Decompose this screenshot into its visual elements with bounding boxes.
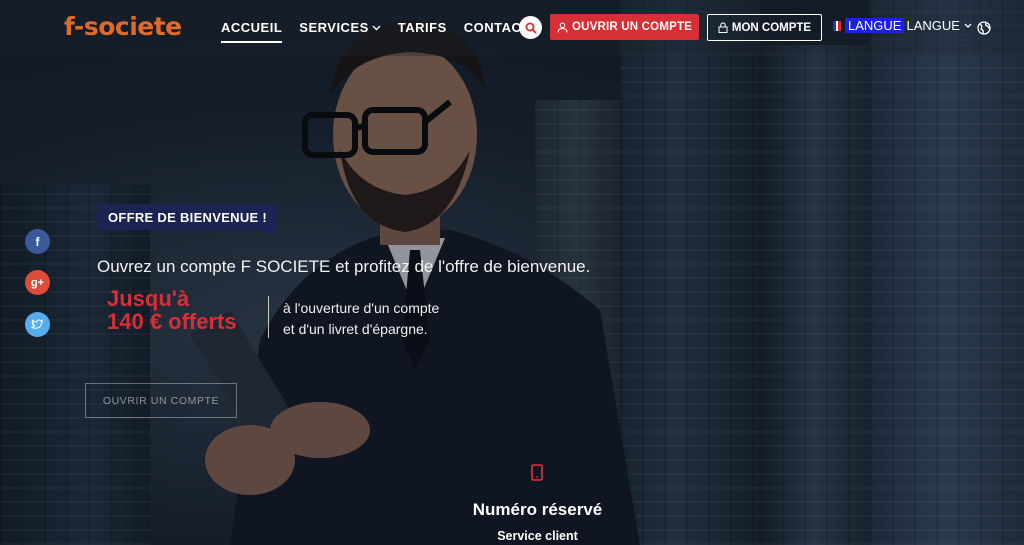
facebook-icon[interactable]: f [25,229,50,254]
globe-icon[interactable] [977,21,991,40]
nav-accueil[interactable]: ACCUEIL [221,20,283,43]
france-flag-icon [833,20,842,31]
offer-divider [268,296,269,338]
open-account-label: OUVRIR UN COMPTE [571,21,693,33]
nav-services[interactable]: SERVICES [299,20,381,43]
twitter-icon[interactable] [25,312,50,337]
language-highlight: LANGUE [845,18,905,33]
search-button[interactable] [519,16,542,39]
chevron-down-icon [372,23,381,33]
language-selector[interactable]: LANGUE LANGUE [833,18,972,33]
offer-line: 140 € offerts [107,309,237,334]
google-plus-icon[interactable]: g+ [25,270,50,295]
mobile-phone-icon [531,464,543,486]
hero-lead-text: Ouvrez un compte F SOCIETE et profitez d… [97,257,591,276]
badge-tail [263,230,275,236]
site-header: f-societe ACCUEIL SERVICES TARIFS CONTAC… [0,0,1024,56]
my-account-label: MON COMPTE [731,21,812,34]
facebook-glyph: f [35,234,40,249]
offer-amount: Jusqu'à 140 € offerts [107,287,237,333]
offer-desc-line: à l'ouverture d'un compte [283,300,440,316]
nav-label: SERVICES [299,20,369,35]
nav-tarifs[interactable]: TARIFS [398,20,447,43]
offer-description: à l'ouverture d'un compte et d'un livret… [283,298,439,340]
main-nav: ACCUEIL SERVICES TARIFS CONTACT [221,20,547,43]
nav-label: TARIFS [397,20,447,35]
hero-open-account-button[interactable]: OUVRIR UN COMPTE [85,383,237,418]
nav-label: ACCUEIL [221,20,283,35]
site-logo[interactable]: f-societe [64,12,182,41]
language-label: LANGUE [906,18,960,33]
offer-line: Jusqu'à [107,286,190,311]
user-icon [557,22,568,33]
open-account-button[interactable]: OUVRIR UN COMPTE [550,14,699,40]
reserved-number-title: Numéro réservé [472,500,603,519]
search-icon [525,22,537,34]
google-plus-glyph: g+ [30,276,45,289]
lock-icon [718,22,728,33]
twitter-bird-icon [31,319,44,329]
offer-desc-line: et d'un livret d'épargne. [283,321,428,337]
welcome-offer-badge: OFFRE DE BIENVENUE ! [97,204,278,230]
chevron-down-icon [964,21,972,31]
my-account-button[interactable]: MON COMPTE [707,14,822,41]
customer-service-label: Service client [497,529,578,543]
